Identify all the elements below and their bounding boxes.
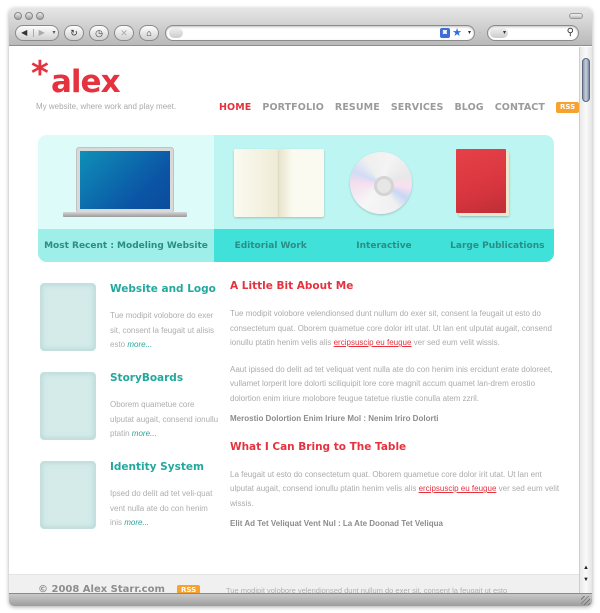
nav-resume[interactable]: RESUME	[335, 102, 380, 113]
portfolio-item-title[interactable]: Identity System	[110, 461, 204, 473]
portfolio-thumbnail[interactable]	[40, 372, 96, 440]
portfolio-item-text: Tue modipit volobore do exer sit, consen…	[110, 311, 215, 349]
vertical-scrollbar[interactable]: ▲ ▼	[579, 47, 592, 593]
search-engine-dropdown-icon[interactable]: ▾	[490, 28, 508, 38]
logo-asterisk-icon: *	[31, 54, 49, 94]
footer-note: Tue modipit volobore velendionsed dunt n…	[226, 586, 508, 593]
portfolio-thumbnail[interactable]	[40, 461, 96, 529]
about-paragraph-2: Aaut ipissed do delit ad tet veliquat ve…	[230, 364, 553, 403]
stop-icon: ✕	[120, 27, 128, 38]
status-bar	[9, 593, 592, 606]
site-footer: © 2008 Alex Starr.com RSS Tue modipit vo…	[9, 574, 579, 593]
footer-rss-badge[interactable]: RSS	[177, 585, 201, 593]
back-forward-group: ◀ ▶ ▾	[15, 25, 59, 41]
copyright-text: © 2008 Alex Starr.com	[38, 584, 165, 593]
main-content: A Little Bit About Me Tue modipit volobo…	[230, 280, 560, 546]
history-button[interactable]: ◷	[89, 25, 109, 41]
home-icon: ⌂	[146, 27, 152, 38]
rss-feed-icon[interactable]: ◙	[440, 28, 450, 38]
most-recent-label[interactable]: Most Recent : Modeling Website	[44, 241, 208, 251]
inline-link[interactable]: ercipsuscip eu feugue	[419, 484, 497, 493]
history-dropdown-icon[interactable]: ▾	[50, 30, 58, 36]
categories-caption: Editorial Work Interactive Large Publica…	[214, 229, 554, 262]
inline-link[interactable]: ercipsuscip eu feugue	[334, 338, 412, 347]
red-book-icon[interactable]	[456, 149, 509, 216]
about-subheading: Merostio Dolortion Enim Iriure Mol : Nen…	[230, 414, 439, 423]
minimize-window-button[interactable]	[25, 12, 33, 20]
bring-heading: What I Can Bring to The Table	[230, 440, 407, 453]
close-window-button[interactable]	[14, 12, 22, 20]
open-book-icon[interactable]	[234, 149, 324, 217]
most-recent-panel[interactable]: Most Recent : Modeling Website	[38, 135, 214, 262]
cd-disc-icon[interactable]	[350, 152, 412, 214]
site-favicon-icon	[169, 28, 183, 38]
scroll-up-icon[interactable]: ▲	[580, 564, 592, 573]
more-link[interactable]: more...	[132, 429, 157, 438]
reload-icon: ↻	[70, 27, 78, 38]
bring-subheading: Elit Ad Tet Veliquat Vent Nul : La Ate D…	[230, 519, 443, 528]
toolbar-toggle-button[interactable]	[569, 13, 583, 19]
scrollbar-thumb[interactable]	[582, 58, 590, 102]
portfolio-thumbnail[interactable]	[40, 283, 96, 351]
featured-work-band: Most Recent : Modeling Website Editorial…	[38, 135, 554, 262]
about-paragraph: Tue modipit volobore velendionsed dunt n…	[230, 309, 552, 347]
browser-toolbar: ◀ ▶ ▾ ↻ ◷ ✕ ⌂ ◙ ★ ▾ · ▾ ⚲	[9, 8, 592, 46]
site-tagline: My website, where work and play meet.	[36, 102, 177, 111]
rss-badge[interactable]: RSS	[555, 102, 579, 113]
home-button[interactable]: ⌂	[139, 25, 159, 41]
bring-paragraph: La feugait ut esto do consectetum quat. …	[230, 469, 560, 508]
back-icon[interactable]: ◀	[16, 29, 33, 37]
browser-window: ◀ ▶ ▾ ↻ ◷ ✕ ⌂ ◙ ★ ▾ · ▾ ⚲ * alex My webs…	[9, 8, 592, 606]
nav-contact[interactable]: CONTACT	[495, 102, 545, 113]
clock-icon: ◷	[95, 27, 103, 38]
category-large-publications[interactable]: Large Publications	[441, 241, 554, 251]
stop-button[interactable]: ✕	[114, 25, 134, 41]
resize-grip-icon[interactable]	[581, 596, 590, 605]
category-interactive[interactable]: Interactive	[327, 241, 440, 251]
search-icon[interactable]: ⚲	[567, 26, 574, 40]
categories-panel: Editorial Work Interactive Large Publica…	[214, 135, 554, 262]
category-editorial-work[interactable]: Editorial Work	[214, 241, 327, 251]
more-link[interactable]: more...	[124, 518, 149, 527]
portfolio-item: Identity System Ipsed do delit ad tet ve…	[40, 461, 225, 536]
page-viewport: * alex My website, where work and play m…	[9, 47, 579, 593]
portfolio-item-title[interactable]: Website and Logo	[110, 283, 216, 295]
reload-button[interactable]: ↻	[64, 25, 84, 41]
portfolio-item-text: Oborem quametue core ulputat augait, con…	[110, 400, 219, 438]
portfolio-item-text: Ipsed do delit ad tet veli-quat vent nul…	[110, 489, 213, 527]
portfolio-item-title[interactable]: StoryBoards	[110, 372, 183, 384]
nav-services[interactable]: SERVICES	[391, 102, 444, 113]
main-nav: HOME PORTFOLIO RESUME SERVICES BLOG CONT…	[219, 102, 579, 113]
nav-blog[interactable]: BLOG	[454, 102, 483, 113]
laptop-icon	[63, 147, 187, 217]
nav-home[interactable]: HOME	[219, 102, 251, 113]
url-dropdown-icon[interactable]: ▾	[468, 26, 471, 40]
scroll-down-icon[interactable]: ▼	[580, 576, 592, 585]
forward-icon[interactable]: ▶	[32, 29, 51, 37]
window-controls	[14, 12, 44, 20]
search-bar[interactable]: ▾ ⚲	[487, 25, 579, 41]
portfolio-item: Website and Logo Tue modipit volobore do…	[40, 283, 225, 358]
nav-portfolio[interactable]: PORTFOLIO	[262, 102, 324, 113]
more-link[interactable]: more...	[127, 340, 152, 349]
bookmark-star-icon[interactable]: ★	[452, 26, 462, 40]
address-bar[interactable]: ◙ ★ ▾	[165, 25, 475, 41]
portfolio-item: StoryBoards Oborem quametue core ulputat…	[40, 372, 225, 447]
about-heading: A Little Bit About Me	[230, 280, 354, 292]
zoom-window-button[interactable]	[36, 12, 44, 20]
toolbar-separator: ·	[479, 30, 481, 36]
most-recent-caption: Most Recent : Modeling Website	[38, 229, 214, 262]
logo-text: alex	[51, 64, 121, 100]
